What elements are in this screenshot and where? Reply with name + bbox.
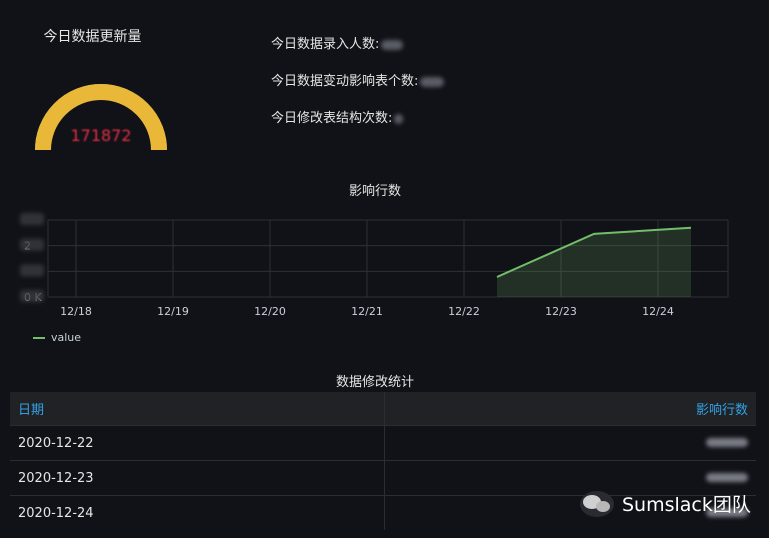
x-tick-label: 12/20 xyxy=(254,305,286,318)
cell-date: 2020-12-23 xyxy=(10,460,385,496)
watermark-text: Sumslack团队 xyxy=(622,494,751,516)
cell-date: 2020-12-24 xyxy=(10,495,385,530)
stat-schema-changes-label: 今日修改表结构次数: xyxy=(271,111,393,126)
stat-schema-changes: 今日修改表结构次数: xyxy=(271,107,404,126)
chart-title: 影响行数 xyxy=(348,184,401,199)
legend-label: value xyxy=(51,331,82,344)
x-tick-label: 12/24 xyxy=(642,305,674,318)
redacted-value xyxy=(420,76,445,87)
redacted-y-label xyxy=(20,213,44,225)
redacted-value xyxy=(381,39,404,50)
redacted-value xyxy=(706,437,748,447)
series-area xyxy=(497,227,691,297)
gauge-chart: 171872 xyxy=(35,84,167,151)
table-title: 数据修改统计 xyxy=(335,375,414,390)
redacted-y-label xyxy=(20,290,44,302)
cell-affected-rows xyxy=(384,425,756,461)
chart-legend[interactable]: value xyxy=(33,331,81,344)
x-tick-label: 12/23 xyxy=(545,305,577,318)
stat-input-users: 今日数据录入人数: xyxy=(271,33,404,52)
stat-affected-tables-label: 今日数据变动影响表个数: xyxy=(271,74,419,89)
x-tick-label: 12/22 xyxy=(448,305,480,318)
stat-affected-tables: 今日数据变动影响表个数: xyxy=(271,70,445,89)
column-header-date[interactable]: 日期 xyxy=(10,392,385,426)
wechat-icon xyxy=(580,490,614,517)
redacted-value xyxy=(706,472,748,482)
table-row: 2020-12-22 xyxy=(10,425,756,461)
redacted-value xyxy=(394,113,404,124)
affected-rows-chart: 20 K12/1812/1912/2012/2112/2212/2312/24 xyxy=(20,213,729,318)
redacted-y-label xyxy=(20,264,44,277)
x-tick-label: 12/19 xyxy=(157,305,189,318)
stat-input-users-label: 今日数据录入人数: xyxy=(271,37,380,52)
cell-date: 2020-12-22 xyxy=(10,425,385,461)
watermark: Sumslack团队 xyxy=(580,490,751,517)
x-tick-label: 12/18 xyxy=(60,305,92,318)
gauge-value: 171872 xyxy=(70,126,131,145)
column-header-affected-rows[interactable]: 影响行数 xyxy=(384,392,756,426)
table-header-row: 日期 影响行数 xyxy=(10,392,756,426)
legend-swatch xyxy=(33,336,45,339)
x-tick-label: 12/21 xyxy=(351,305,383,318)
gauge-title: 今日数据更新量 xyxy=(43,29,142,45)
redacted-y-label xyxy=(20,238,44,251)
